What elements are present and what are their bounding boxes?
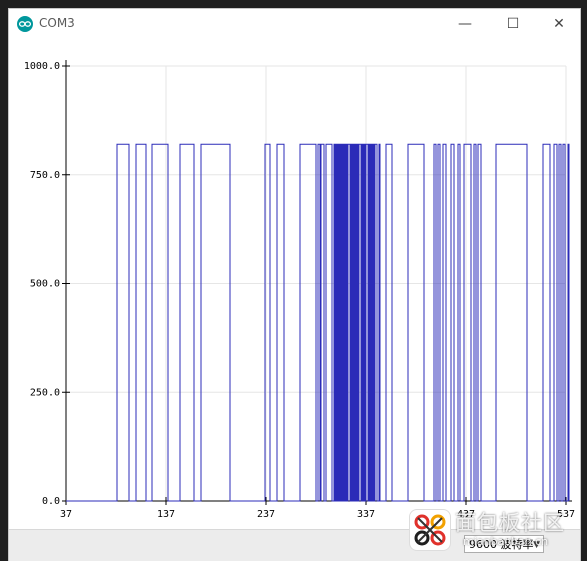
window-title: COM3 xyxy=(39,16,75,30)
x-tick-label-3: 337 xyxy=(357,509,375,520)
title-bar[interactable]: COM3 — ☐ ✕ xyxy=(9,9,580,39)
maximize-button[interactable]: ☐ xyxy=(490,9,536,39)
series-line-0 xyxy=(66,143,570,502)
x-tick-label-5: 537 xyxy=(557,509,575,520)
minimize-icon: — xyxy=(458,16,472,32)
y-tick-label-0: 0.0 xyxy=(42,496,60,507)
plot-canvas: 0.0 250.0 500.0 750.0 1000.0 37 137 237 337 437 53… xyxy=(24,60,575,520)
chevron-down-icon: ▼ xyxy=(533,540,540,550)
x-tick-label-1: 137 xyxy=(157,509,175,520)
x-tick-label-0: 37 xyxy=(60,509,72,520)
close-button[interactable]: ✕ xyxy=(536,9,582,39)
bottom-toolbar: 9600 波特率 ▼ xyxy=(9,529,580,561)
baud-rate-value: 9600 波特率 xyxy=(469,538,534,551)
y-tick-label-4: 1000.0 xyxy=(24,61,60,72)
y-tick-label-3: 750.0 xyxy=(30,170,60,181)
y-tick-label-2: 500.0 xyxy=(30,279,60,290)
y-tick-label-1: 250.0 xyxy=(30,387,60,398)
arduino-icon xyxy=(17,16,33,32)
serial-plot: 0.0 250.0 500.0 750.0 1000.0 37 137 237 337 437 53… xyxy=(9,39,580,529)
plotter-window: COM3 — ☐ ✕ 0.0 250.0 500.0 750.0 1000.0 37 137… xyxy=(8,8,581,561)
maximize-icon: ☐ xyxy=(506,16,520,32)
baud-rate-select[interactable]: 9600 波特率 ▼ xyxy=(464,535,544,553)
close-icon: ✕ xyxy=(553,16,565,32)
minimize-button[interactable]: — xyxy=(442,9,488,39)
x-tick-label-2: 237 xyxy=(257,509,275,520)
x-tick-label-4: 437 xyxy=(457,509,475,520)
